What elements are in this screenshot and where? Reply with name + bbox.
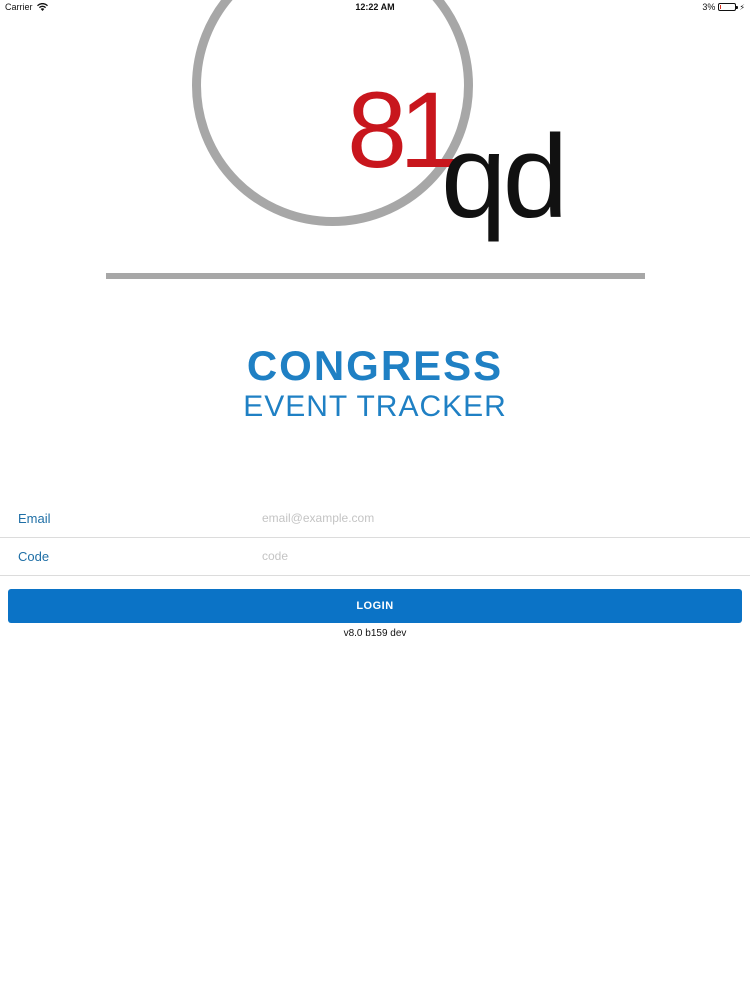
app-title: CONGRESS EVENT TRACKER bbox=[0, 342, 750, 424]
logo-divider bbox=[106, 273, 645, 279]
code-field[interactable] bbox=[262, 546, 732, 566]
code-row: Code bbox=[0, 538, 750, 576]
login-form: Email Code bbox=[0, 500, 750, 576]
code-label: Code bbox=[18, 549, 50, 564]
email-label: Email bbox=[18, 511, 51, 526]
version-label: v8.0 b159 dev bbox=[343, 628, 407, 639]
logo-letters: qd bbox=[441, 111, 568, 243]
app-title-sub: EVENT TRACKER bbox=[243, 390, 507, 423]
login-button[interactable]: LOGIN bbox=[8, 589, 742, 623]
email-row: Email bbox=[0, 500, 750, 538]
email-field[interactable] bbox=[262, 508, 732, 528]
logo-number: 81 bbox=[347, 69, 459, 190]
company-logo: 81 qd bbox=[0, 0, 750, 290]
app-title-main: CONGRESS bbox=[246, 342, 504, 389]
